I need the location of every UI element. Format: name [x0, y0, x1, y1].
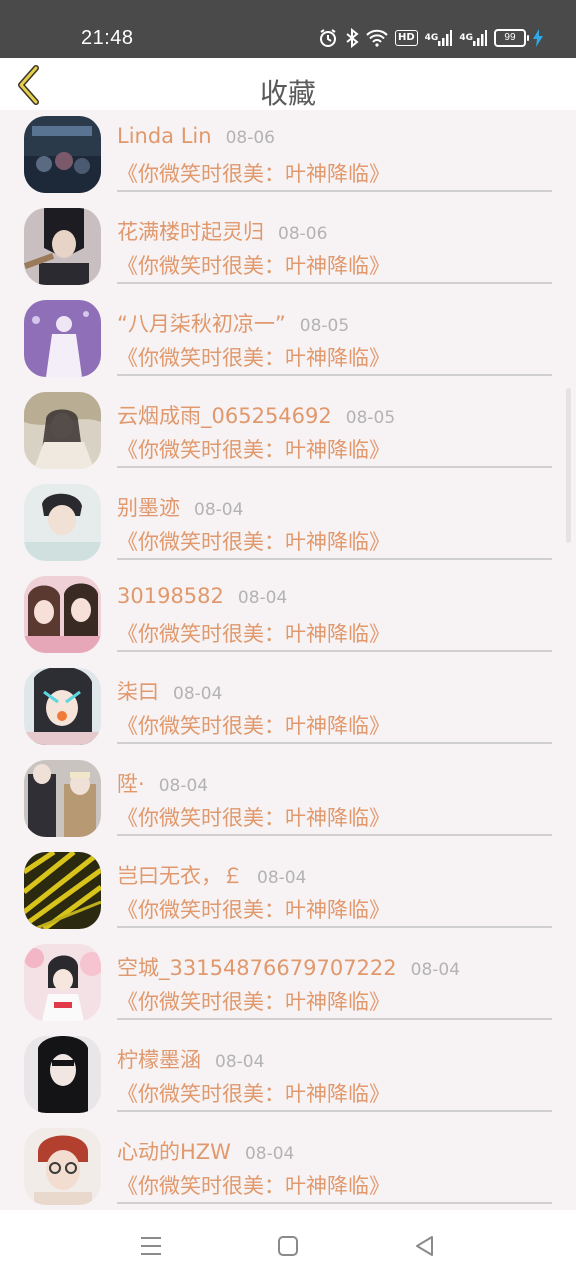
user-name[interactable]: 心动的HZW — [117, 1140, 231, 1164]
list-item[interactable]: “八月柒秋初凉一” 08-05 《你微笑时很美：叶神降临》 — [0, 294, 576, 386]
favorite-date: 08-04 — [257, 868, 307, 888]
avatar — [24, 576, 101, 653]
back-nav-button[interactable] — [410, 1231, 440, 1261]
list-item[interactable]: 空城_33154876679707222 08-04 《你微笑时很美：叶神降临》 — [0, 938, 576, 1030]
favorite-date: 08-04 — [215, 1052, 265, 1072]
avatar — [24, 944, 101, 1021]
status-bar: 21:48 HD 4G 4G 99 — [0, 0, 576, 58]
hd-icon: HD — [395, 30, 418, 46]
alarm-icon — [318, 28, 338, 48]
book-title[interactable]: 《你微笑时很美：叶神降临》 — [117, 342, 390, 372]
divider — [117, 650, 552, 652]
avatar — [24, 208, 101, 285]
user-name[interactable]: 花满楼时起灵归 — [117, 220, 264, 244]
divider — [117, 1018, 552, 1020]
user-name[interactable]: Linda Lin — [117, 124, 212, 148]
scrollbar[interactable] — [566, 388, 571, 543]
list-item[interactable]: 云烟成雨_065254692 08-05 《你微笑时很美：叶神降临》 — [0, 386, 576, 478]
favorites-list: Linda Lin 08-06 《你微笑时很美：叶神降临》 花满楼时起灵归 08-0… — [0, 110, 576, 1210]
avatar — [24, 300, 101, 377]
avatar — [24, 116, 101, 193]
favorite-date: 08-04 — [173, 684, 223, 704]
book-title[interactable]: 《你微笑时很美：叶神降临》 — [117, 710, 390, 740]
list-item[interactable]: 柒曰 08-04 《你微笑时很美：叶神降临》 — [0, 662, 576, 754]
signal-1-icon: 4G — [425, 30, 453, 46]
favorite-date: 08-06 — [278, 224, 328, 244]
menu-button[interactable] — [136, 1231, 166, 1261]
page-title: 收藏 — [259, 77, 316, 110]
avatar — [24, 484, 101, 561]
home-button[interactable] — [273, 1231, 303, 1261]
status-icons: HD 4G 4G 99 — [318, 27, 543, 49]
menu-icon — [141, 1237, 161, 1255]
favorite-date: 08-04 — [237, 588, 288, 608]
signal-2-icon: 4G — [459, 30, 487, 46]
user-name[interactable]: 云烟成雨_065254692 — [117, 404, 332, 428]
favorite-date: 08-05 — [299, 316, 350, 336]
book-title[interactable]: 《你微笑时很美：叶神降临》 — [117, 618, 390, 648]
favorite-date: 08-04 — [194, 500, 244, 520]
network-type-label: 4G — [459, 32, 473, 43]
list-item[interactable]: 30198582 08-04 《你微笑时很美：叶神降临》 — [0, 570, 576, 662]
list-item[interactable]: 心动的HZW 08-04 《你微笑时很美：叶神降临》 — [0, 1122, 576, 1210]
avatar — [24, 392, 101, 469]
book-title[interactable]: 《你微笑时很美：叶神降临》 — [117, 802, 390, 832]
book-title[interactable]: 《你微笑时很美：叶神降临》 — [117, 1170, 390, 1200]
user-name[interactable]: 柠檬墨涵 — [117, 1048, 201, 1072]
favorite-date: 08-04 — [244, 1144, 295, 1164]
book-title[interactable]: 《你微笑时很美：叶神降临》 — [117, 158, 390, 188]
wifi-icon — [366, 29, 388, 47]
divider — [117, 742, 552, 744]
divider — [117, 1202, 552, 1204]
status-time: 21:48 — [81, 27, 134, 49]
favorite-date: 08-04 — [410, 960, 461, 980]
title-bar: 收藏 — [0, 58, 576, 110]
battery-icon: 99 — [493, 29, 529, 47]
list-item[interactable]: 花满楼时起灵归 08-06 《你微笑时很美：叶神降临》 — [0, 202, 576, 294]
home-square-icon — [278, 1236, 298, 1256]
user-name[interactable]: “八月柒秋初凉一” — [117, 312, 286, 336]
list-item[interactable]: Linda Lin 08-06 《你微笑时很美：叶神降临》 — [0, 110, 576, 202]
user-name[interactable]: 30198582 — [117, 584, 224, 608]
divider — [117, 374, 552, 376]
navigation-bar — [0, 1210, 576, 1280]
user-name[interactable]: 陞· — [117, 772, 145, 796]
favorite-date: 08-05 — [345, 408, 396, 428]
list-item[interactable]: 岂曰无衣，￡ 08-04 《你微笑时很美：叶神降临》 — [0, 846, 576, 938]
book-title[interactable]: 《你微笑时很美：叶神降临》 — [117, 434, 390, 464]
book-title[interactable]: 《你微笑时很美：叶神降临》 — [117, 526, 390, 556]
bluetooth-icon — [345, 28, 359, 48]
divider — [117, 1110, 552, 1112]
charging-icon — [532, 29, 543, 47]
triangle-back-icon — [416, 1236, 433, 1256]
avatar — [24, 852, 101, 929]
favorite-date: 08-04 — [158, 776, 209, 796]
network-type-label: 4G — [424, 32, 439, 43]
list-item[interactable]: 陞· 08-04 《你微笑时很美：叶神降临》 — [0, 754, 576, 846]
divider — [117, 190, 552, 192]
divider — [117, 558, 552, 560]
avatar — [24, 668, 101, 745]
user-name[interactable]: 空城_33154876679707222 — [117, 956, 397, 980]
user-name[interactable]: 别墨迹 — [117, 496, 180, 520]
divider — [117, 466, 552, 468]
avatar — [24, 760, 101, 837]
list-item[interactable]: 别墨迹 08-04 《你微笑时很美：叶神降临》 — [0, 478, 576, 570]
divider — [117, 282, 552, 284]
book-title[interactable]: 《你微笑时很美：叶神降临》 — [117, 1078, 390, 1108]
user-name[interactable]: 岂曰无衣，￡ — [117, 864, 243, 888]
divider — [117, 926, 552, 928]
book-title[interactable]: 《你微笑时很美：叶神降临》 — [117, 250, 390, 280]
book-title[interactable]: 《你微笑时很美：叶神降临》 — [117, 986, 390, 1016]
user-name[interactable]: 柒曰 — [117, 680, 159, 704]
favorite-date: 08-06 — [225, 128, 275, 148]
list-item[interactable]: 柠檬墨涵 08-04 《你微笑时很美：叶神降临》 — [0, 1030, 576, 1122]
avatar — [24, 1128, 101, 1205]
avatar — [24, 1036, 101, 1113]
divider — [117, 834, 552, 836]
book-title[interactable]: 《你微笑时很美：叶神降临》 — [117, 894, 390, 924]
